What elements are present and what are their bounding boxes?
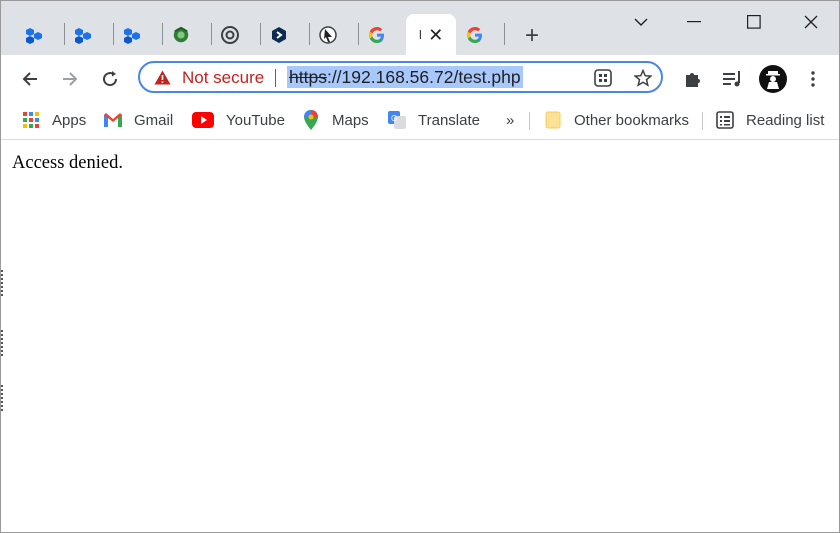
puzzle-icon — [686, 73, 700, 87]
tab-title: I — [418, 27, 423, 42]
access-denied-message: Access denied. — [12, 153, 123, 173]
window-resize-handle[interactable] — [1, 270, 6, 296]
profile-button[interactable] — [759, 65, 787, 93]
tab-strip: I ✕ + — [1, 1, 839, 55]
bookmark-maps[interactable]: Maps — [302, 109, 369, 131]
reload-icon — [103, 71, 118, 87]
menu-button[interactable] — [799, 65, 827, 93]
reading-list-button[interactable]: Reading list — [716, 109, 824, 131]
close-tab-icon[interactable]: ✕ — [428, 26, 443, 44]
new-tab-button[interactable]: + — [519, 22, 545, 49]
other-bookmarks-folder[interactable]: Other bookmarks — [544, 109, 689, 131]
google-icon — [368, 26, 386, 44]
tab-8[interactable] — [353, 14, 401, 55]
playlist-music-icon — [723, 71, 740, 87]
bookmark-translate[interactable]: G Translate — [388, 109, 480, 131]
minimize-button[interactable] — [679, 9, 709, 35]
browser-window: I ✕ + Not secure https://192.168.56.72/t… — [0, 0, 840, 533]
maps-pin-icon — [302, 110, 320, 130]
shield-dark-icon — [270, 26, 288, 44]
hex-blue-icon — [25, 26, 43, 44]
tab-2[interactable] — [59, 14, 107, 55]
tab-5[interactable] — [206, 14, 254, 55]
tab-active[interactable]: I ✕ — [406, 14, 456, 55]
hex-blue-icon — [74, 26, 92, 44]
hex-blue-icon — [123, 26, 141, 44]
apps-grid-icon — [22, 111, 40, 129]
more-vertical-icon — [811, 71, 815, 87]
chrome-icon — [221, 25, 239, 44]
tab-6[interactable] — [255, 14, 303, 55]
svg-text:G: G — [391, 114, 397, 123]
bookmark-apps[interactable]: Apps — [22, 109, 86, 131]
bookmark-label: Maps — [332, 111, 369, 129]
back-button[interactable] — [16, 65, 44, 93]
qr-code-icon[interactable] — [593, 68, 613, 88]
extensions-button[interactable] — [679, 65, 707, 93]
overflow-label: » — [506, 111, 515, 129]
tab-search-button[interactable] — [626, 9, 656, 35]
tab-3[interactable] — [108, 14, 156, 55]
gmail-icon — [104, 111, 122, 129]
maximize-button[interactable] — [739, 9, 769, 35]
bookmark-label: YouTube — [226, 111, 285, 129]
window-resize-handle[interactable] — [1, 385, 6, 411]
window-resize-handle[interactable] — [1, 330, 6, 356]
bookmarks-bar: Apps Gmail YouTube Maps G Translate » Ot… — [1, 103, 839, 140]
reading-list-label: Reading list — [746, 111, 825, 129]
arrow-left-icon — [22, 72, 37, 86]
google-icon — [466, 26, 484, 44]
bookmarks-overflow-button[interactable]: » — [506, 109, 514, 131]
url-scheme: https — [289, 67, 327, 87]
other-bookmarks-label: Other bookmarks — [574, 111, 690, 129]
bookmark-star-icon[interactable] — [633, 68, 653, 88]
bookmark-label: Apps — [52, 111, 87, 129]
folder-icon — [544, 111, 562, 129]
youtube-icon — [192, 111, 214, 129]
tab-4[interactable] — [157, 14, 205, 55]
bookmark-label: Gmail — [134, 111, 174, 129]
bookmark-gmail[interactable]: Gmail — [104, 109, 173, 131]
minimize-icon — [687, 21, 701, 23]
close-icon — [804, 15, 818, 29]
toolbar: Not secure https://192.168.56.72/test.ph… — [1, 55, 839, 103]
address-bar[interactable]: Not secure https://192.168.56.72/test.ph… — [138, 61, 663, 93]
forward-button[interactable] — [56, 65, 84, 93]
chevron-down-icon — [634, 18, 648, 26]
green-recycle-icon — [172, 26, 190, 44]
cursor-icon — [319, 25, 337, 44]
tab-1[interactable] — [10, 14, 58, 55]
tab-7[interactable] — [304, 14, 352, 55]
translate-icon: G — [388, 111, 406, 129]
reading-list-icon — [716, 111, 734, 129]
close-window-button[interactable] — [796, 9, 826, 35]
security-label[interactable]: Not secure — [182, 68, 264, 88]
page-content: Access denied. — [1, 140, 839, 532]
media-control-button[interactable] — [719, 65, 747, 93]
tab-10[interactable] — [451, 14, 499, 55]
url-rest: ://192.168.56.72/test.php — [326, 67, 521, 87]
bookmark-youtube[interactable]: YouTube — [192, 109, 285, 131]
reload-button[interactable] — [96, 65, 124, 93]
maximize-icon — [747, 15, 761, 29]
url-text[interactable]: https://192.168.56.72/test.php — [287, 66, 523, 88]
bookmark-label: Translate — [418, 111, 480, 129]
warning-icon[interactable] — [154, 70, 171, 90]
avatar — [759, 65, 787, 93]
arrow-right-icon — [63, 72, 78, 86]
